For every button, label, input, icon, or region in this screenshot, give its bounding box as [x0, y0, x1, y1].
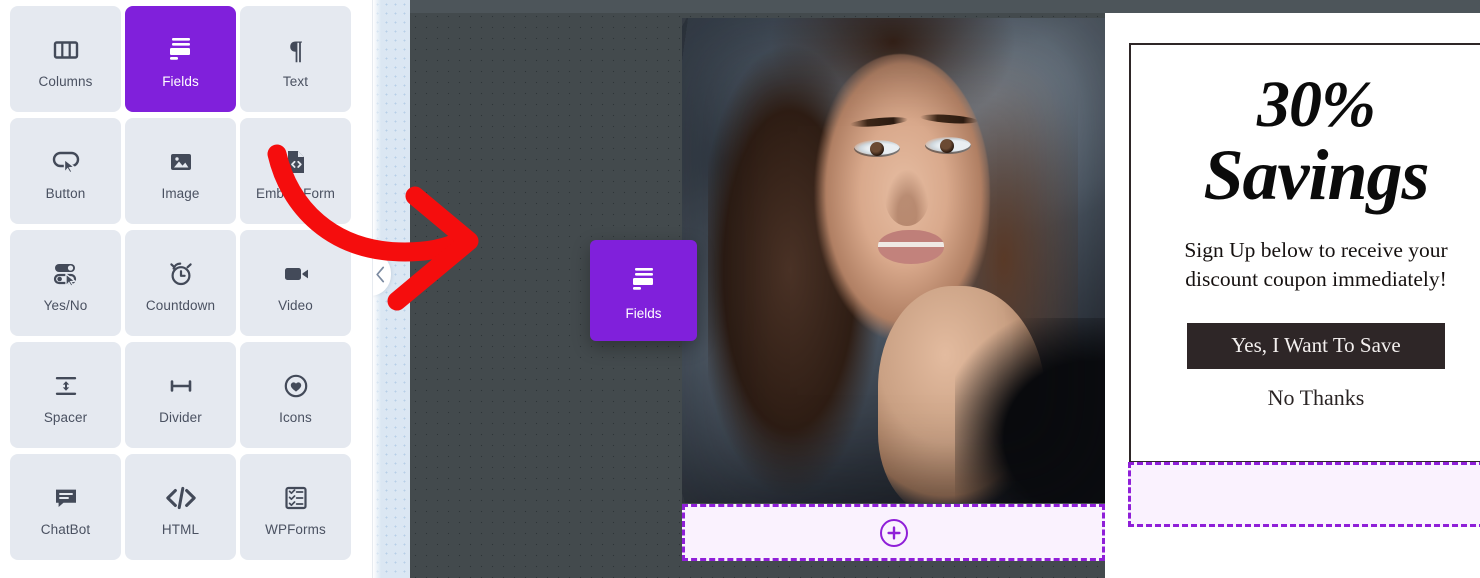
block-tile-label: Columns — [38, 74, 93, 90]
divider-icon — [168, 365, 194, 407]
block-tile-chatbot[interactable]: ChatBot — [10, 454, 121, 560]
yes-no-icon — [53, 253, 79, 295]
block-tile-label: Fields — [162, 74, 199, 90]
block-tile-image[interactable]: Image — [125, 118, 236, 224]
block-tile-label: ChatBot — [40, 522, 91, 538]
block-tile-label: Spacer — [43, 410, 88, 426]
drag-ghost-fields-tile[interactable]: Fields — [590, 240, 697, 341]
block-tile-divider[interactable]: Divider — [125, 342, 236, 448]
block-tile-label: HTML — [161, 522, 200, 538]
preview-canvas: 30% Savings Sign Up below to receive you… — [410, 0, 1480, 578]
canvas-area: 30% Savings Sign Up below to receive you… — [373, 0, 1480, 578]
block-tile-icons[interactable]: Icons — [240, 342, 351, 448]
block-tile-label: Divider — [159, 410, 202, 426]
block-tile-label: Button — [45, 186, 86, 202]
coupon-subtext: Sign Up below to receive your discount c… — [1184, 238, 1448, 291]
block-tile-columns[interactable]: Columns — [10, 6, 121, 112]
block-tile-wpforms[interactable]: WPForms — [240, 454, 351, 560]
block-tile-spacer[interactable]: Spacer — [10, 342, 121, 448]
svg-text:¶: ¶ — [288, 37, 302, 63]
block-tile-label: Countdown — [145, 298, 216, 314]
chevron-left-icon — [376, 266, 385, 282]
popup-image — [682, 18, 1105, 503]
block-tile-embed-form[interactable]: Embed Form — [240, 118, 351, 224]
block-tile-label: Embed Form — [255, 186, 336, 202]
alarm-clock-icon — [168, 253, 194, 295]
block-tile-label: Image — [161, 186, 200, 202]
wpforms-icon — [283, 477, 309, 519]
app-root: Columns Fields ¶ Text Button Image Embed Form Y… — [0, 0, 1480, 578]
block-tile-label: Text — [282, 74, 309, 90]
block-tile-video[interactable]: Video — [240, 230, 351, 336]
embed-form-icon — [283, 141, 309, 183]
block-tile-text[interactable]: ¶ Text — [240, 6, 351, 112]
block-tile-fields[interactable]: Fields — [125, 6, 236, 112]
paragraph-icon: ¶ — [283, 29, 309, 71]
drag-ghost-label: Fields — [625, 306, 662, 321]
block-tile-label: Yes/No — [43, 298, 88, 314]
coupon-headline-line2: Savings — [1203, 134, 1429, 215]
coupon-headline-line1: 30% — [1257, 68, 1376, 141]
coupon-accept-button[interactable]: Yes, I Want To Save — [1187, 322, 1445, 369]
blocks-grid: Columns Fields ¶ Text Button Image Embed Form Y… — [10, 6, 363, 560]
block-tile-countdown[interactable]: Countdown — [125, 230, 236, 336]
fields-icon — [167, 29, 195, 71]
coupon-popup: 30% Savings Sign Up below to receive you… — [1129, 43, 1480, 463]
dropzone-main[interactable] — [682, 504, 1105, 561]
blocks-sidebar: Columns Fields ¶ Text Button Image Embed Form Y… — [0, 0, 373, 578]
video-camera-icon — [283, 253, 309, 295]
plus-circle-icon[interactable] — [879, 518, 908, 547]
preview-topbar — [410, 0, 1480, 13]
heart-circle-icon — [283, 365, 309, 407]
coupon-decline-link[interactable]: No Thanks — [1268, 385, 1365, 411]
code-icon — [165, 477, 196, 519]
block-tile-label: WPForms — [265, 522, 326, 538]
image-icon — [168, 141, 194, 183]
fields-icon — [630, 260, 658, 300]
button-icon — [52, 141, 80, 183]
block-tile-button[interactable]: Button — [10, 118, 121, 224]
dropzone-sidebar-block[interactable] — [1128, 462, 1480, 527]
block-tile-html[interactable]: HTML — [125, 454, 236, 560]
block-tile-yes-no[interactable]: Yes/No — [10, 230, 121, 336]
columns-icon — [53, 29, 79, 71]
chat-bubble-icon — [53, 477, 79, 519]
block-tile-label: Icons — [279, 410, 312, 426]
coupon-headline: 30% Savings — [1203, 68, 1429, 215]
block-tile-label: Video — [278, 298, 313, 314]
spacer-icon — [53, 365, 79, 407]
